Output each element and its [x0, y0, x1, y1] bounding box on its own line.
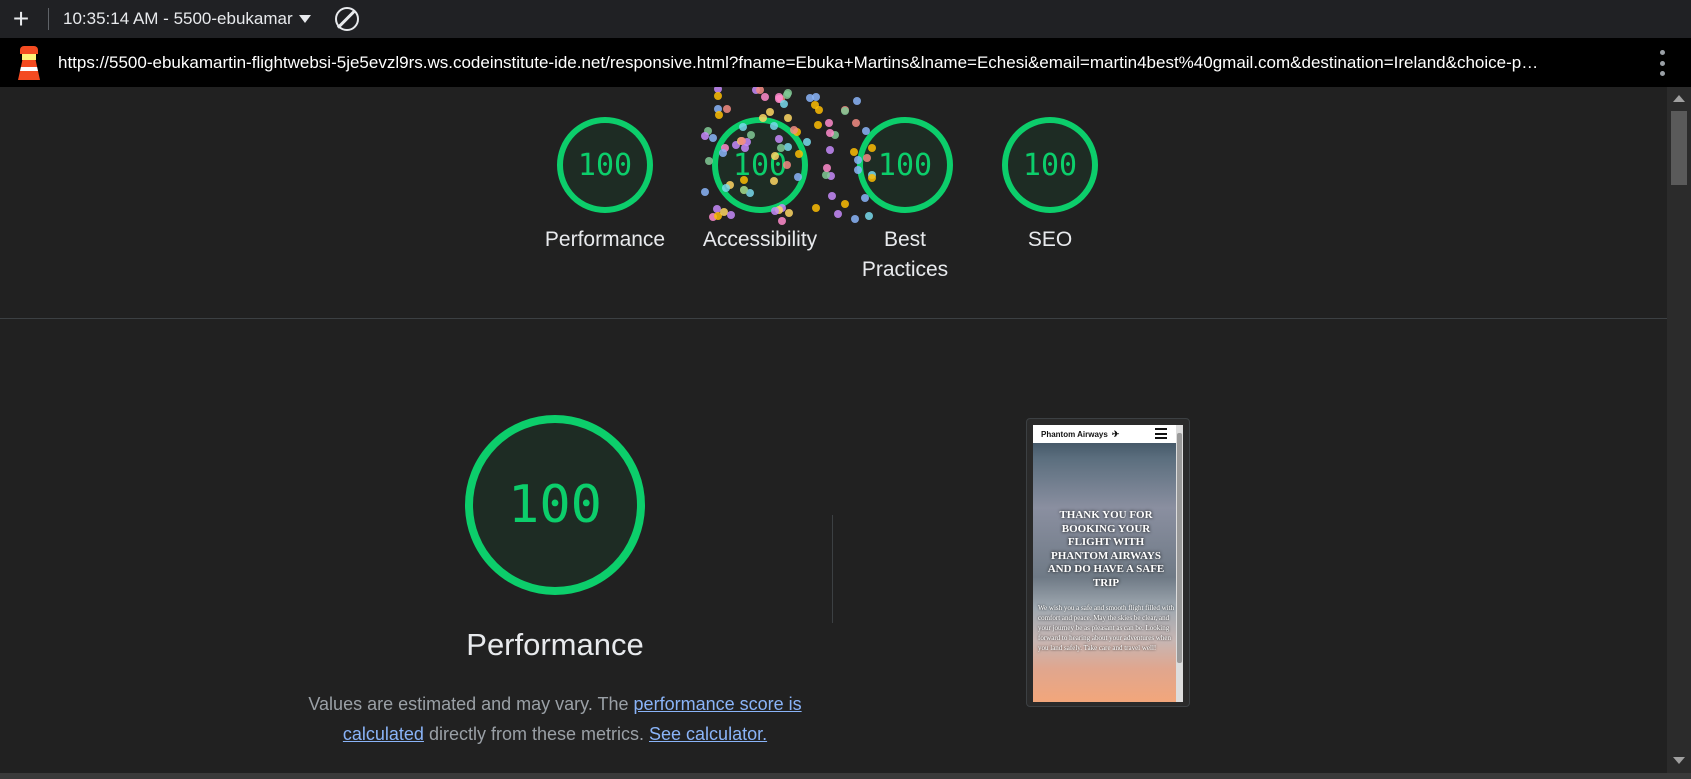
gauge-seo[interactable]: 100 SEO: [980, 87, 1120, 255]
scroll-up-icon[interactable]: [1673, 95, 1685, 102]
vertical-divider: [832, 515, 833, 623]
desc-text: directly from these metrics.: [423, 724, 650, 744]
final-screenshot[interactable]: Phantom Airways ✈ THANK YOU FOR BOOKING …: [1026, 418, 1190, 707]
section-divider: [0, 318, 1667, 319]
gauge-best-practices[interactable]: 100 Best Practices: [835, 87, 975, 285]
screenshot-header: Phantom Airways ✈: [1033, 425, 1176, 443]
gauge-accessibility[interactable]: 100 Accessibility: [690, 87, 830, 255]
gauge-score: 100: [712, 117, 808, 213]
gauge-score: 100: [557, 117, 653, 213]
gauge-label: SEO: [1027, 228, 1073, 251]
page-scrollbar[interactable]: [1667, 87, 1691, 773]
performance-title: Performance: [466, 627, 644, 662]
gauge-score: 100: [857, 117, 953, 213]
scroll-down-icon[interactable]: [1673, 757, 1685, 764]
screenshot-page: Phantom Airways ✈ THANK YOU FOR BOOKING …: [1033, 425, 1183, 702]
gauge-score: 100: [1002, 117, 1098, 213]
screenshot-heading: THANK YOU FOR BOOKING YOUR FLIGHT WITH P…: [1047, 509, 1165, 589]
gauge-label: Accessibility: [702, 228, 818, 251]
performance-description: Values are estimated and may vary. The p…: [305, 689, 805, 749]
performance-score-gauge: 100: [465, 415, 645, 595]
score-gauges: 100 Performance 100 Accessibility 100 Be…: [0, 87, 1667, 319]
report-content: 100 Performance 100 Accessibility 100 Be…: [0, 87, 1667, 773]
see-calculator-link[interactable]: See calculator.: [649, 724, 767, 744]
gauge-label: Performance: [544, 228, 666, 251]
horizontal-scrollbar[interactable]: [0, 773, 1691, 779]
caret-down-icon[interactable]: [298, 15, 311, 23]
toolbar-separator: [48, 8, 49, 30]
report-selector[interactable]: 10:35:14 AM - 5500-ebukamar: [63, 9, 293, 29]
plus-icon[interactable]: +: [0, 0, 42, 38]
report-url[interactable]: https://5500-ebukamartin-flightwebsi-5je…: [58, 53, 1628, 73]
hamburger-icon: [1155, 428, 1167, 439]
devtools-toolbar: + 10:35:14 AM - 5500-ebukamar: [0, 0, 1691, 38]
screenshot-body: We wish you a safe and smooth flight fil…: [1038, 604, 1175, 652]
gauge-performance[interactable]: 100 Performance: [535, 87, 675, 255]
block-icon[interactable]: [334, 7, 359, 31]
report-url-bar: https://5500-ebukamartin-flightwebsi-5je…: [0, 38, 1691, 87]
scrollbar-thumb[interactable]: [1671, 111, 1687, 185]
kebab-menu-icon[interactable]: [1659, 50, 1665, 76]
gauge-label: Best Practices: [861, 228, 949, 281]
plane-icon: ✈: [1111, 428, 1120, 439]
desc-text: Values are estimated and may vary. The: [308, 694, 634, 714]
lighthouse-icon: [0, 38, 58, 87]
screenshot-brand: Phantom Airways: [1041, 429, 1108, 439]
screenshot-scrollbar: [1176, 425, 1183, 702]
